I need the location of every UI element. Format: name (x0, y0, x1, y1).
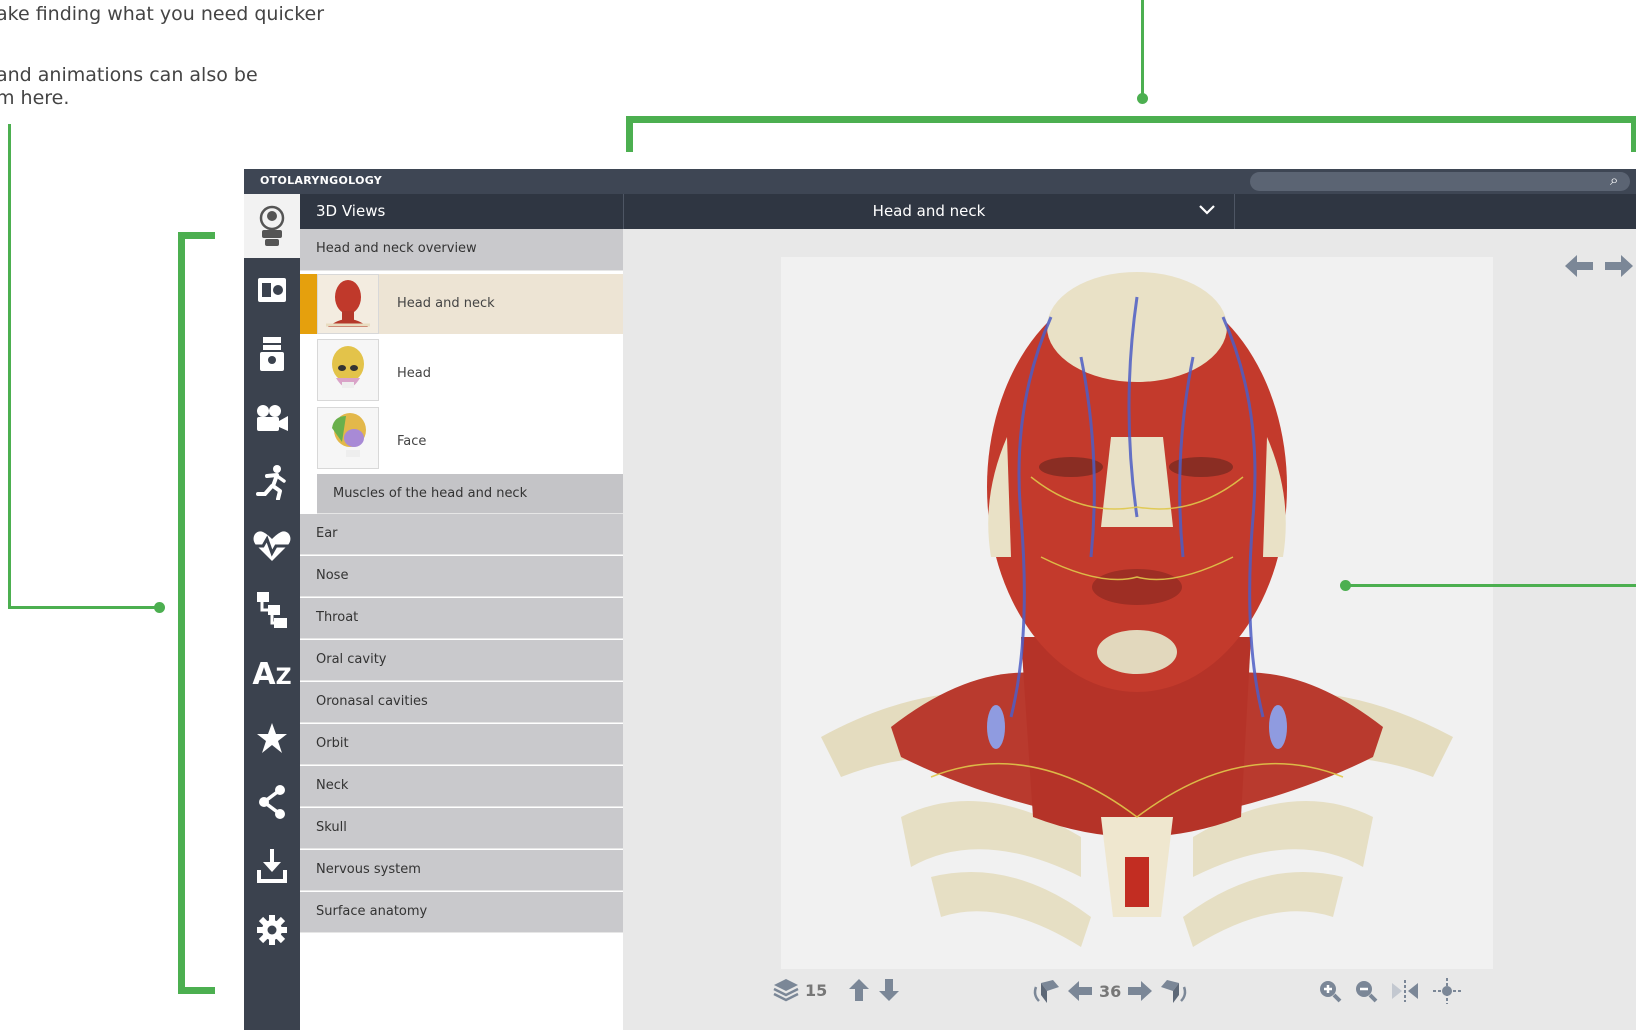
list-item[interactable]: Nervous system (300, 850, 623, 891)
bracket-left (178, 232, 185, 994)
rotation-steps: 36 (1099, 981, 1122, 1001)
rotate-left-icon[interactable] (1031, 977, 1061, 1005)
view-dropdown-label: Head and neck (872, 202, 986, 220)
download-icon (257, 849, 287, 883)
favorites-icon (257, 723, 287, 753)
callout-dot-top (1137, 93, 1148, 104)
list-item-selected[interactable]: Head and neck (300, 274, 623, 334)
settings-icon (257, 915, 287, 945)
bracket-top-right (1631, 116, 1636, 152)
list-item[interactable]: Head (300, 337, 623, 405)
search-icon[interactable]: ⌕ (1610, 171, 1618, 189)
rail-slides[interactable] (244, 258, 300, 322)
zoom-control (1318, 977, 1462, 1005)
annotation-text-3: m here. (0, 87, 70, 109)
views-list: Head and neck overview Head and neck Hea… (300, 229, 623, 1030)
list-item-sub[interactable]: Muscles of the head and neck (317, 474, 623, 514)
list-item[interactable]: Skull (300, 808, 623, 849)
layers-control: 15 (773, 977, 907, 1003)
app-window: OTOLARYNGOLOGY ⌕ AZ 3D Views Head and ne… (244, 169, 1636, 1030)
forward-arrow-icon[interactable] (1605, 255, 1633, 277)
share-icon (259, 785, 285, 819)
layer-down-icon[interactable] (879, 979, 900, 1001)
back-arrow-icon[interactable] (1565, 255, 1593, 277)
search-input[interactable] (1250, 172, 1630, 191)
callout-line-left-horizontal (8, 606, 160, 609)
3d-model-canvas[interactable] (781, 257, 1493, 969)
list-item[interactable]: Face (300, 405, 623, 473)
rail-download[interactable] (244, 834, 300, 898)
layers-icon[interactable] (773, 977, 799, 1003)
hierarchy-icon (257, 592, 287, 628)
history-nav (1563, 251, 1635, 285)
head-and-neck-model-image (821, 272, 1453, 947)
callout-dot-left (154, 602, 165, 613)
app-title: OTOLARYNGOLOGY (260, 174, 383, 187)
rail-conditions[interactable] (244, 514, 300, 578)
view-dropdown[interactable]: Head and neck (623, 194, 1235, 229)
conditions-icon (251, 531, 293, 561)
rotate-right-icon[interactable] (1159, 977, 1189, 1005)
animations-icon (256, 465, 286, 500)
list-header-title: 3D Views (316, 202, 386, 220)
callout-line-top (1141, 0, 1144, 98)
rail-dissection[interactable] (244, 322, 300, 386)
bracket-left-top (178, 232, 215, 239)
list-item[interactable]: Neck (300, 766, 623, 807)
annotation-text-2: and animations can also be (0, 64, 258, 86)
step-right-icon[interactable] (1127, 980, 1153, 1002)
zoom-in-icon[interactable] (1318, 979, 1342, 1003)
callout-line-left-vertical (8, 124, 11, 609)
bracket-left-bottom (178, 987, 215, 994)
step-left-icon[interactable] (1067, 980, 1093, 1002)
reset-view-icon[interactable] (1432, 977, 1462, 1005)
list-item[interactable]: Oral cavity (300, 640, 623, 681)
bracket-top (626, 116, 1636, 123)
slides-icon (258, 278, 286, 302)
list-header: 3D Views (300, 194, 623, 229)
zoom-out-icon[interactable] (1354, 979, 1378, 1003)
mirror-icon[interactable] (1390, 979, 1420, 1003)
rotation-control: 36 (1031, 977, 1189, 1005)
thumbnail-head-and-neck (317, 274, 379, 334)
bracket-top-left (626, 116, 633, 152)
rail-a-to-z[interactable]: AZ (244, 642, 300, 706)
list-item[interactable]: Surface anatomy (300, 892, 623, 933)
3d-viewer: 15 36 (623, 229, 1636, 1030)
icon-rail: AZ (244, 194, 300, 1030)
annotation-text-1: ake finding what you need quicker (0, 3, 325, 25)
list-item[interactable]: Head and neck overview (300, 229, 623, 271)
rail-animations[interactable] (244, 450, 300, 514)
list-item[interactable]: Oronasal cavities (300, 682, 623, 723)
thumbnail-head (317, 339, 379, 401)
title-bar: OTOLARYNGOLOGY ⌕ (244, 169, 1636, 194)
3d-views-icon (259, 205, 285, 246)
rail-hierarchy[interactable] (244, 578, 300, 642)
rail-3d-views[interactable] (244, 194, 300, 258)
layers-count: 15 (805, 980, 828, 1000)
viewer-toolbar: 15 36 (773, 969, 1493, 1009)
list-item[interactable]: Throat (300, 598, 623, 639)
callout-dot-right (1340, 580, 1351, 591)
a-to-z-icon: AZ (252, 656, 292, 692)
thumbnail-face (317, 407, 379, 469)
list-item[interactable]: Ear (300, 514, 623, 555)
rail-settings[interactable] (244, 898, 300, 962)
layer-up-icon[interactable] (849, 979, 870, 1001)
selected-marker (300, 274, 317, 334)
header-right (1235, 194, 1636, 229)
list-item[interactable]: Nose (300, 556, 623, 597)
callout-line-right (1346, 584, 1636, 587)
list-item[interactable]: Orbit (300, 724, 623, 765)
tutorial-stage: ake finding what you need quicker and an… (0, 0, 1636, 1030)
rail-share[interactable] (244, 770, 300, 834)
movies-icon (257, 405, 288, 431)
rail-favorites[interactable] (244, 706, 300, 770)
chevron-down-icon (1199, 205, 1215, 215)
rail-movies[interactable] (244, 386, 300, 450)
dissection-icon (260, 337, 284, 371)
